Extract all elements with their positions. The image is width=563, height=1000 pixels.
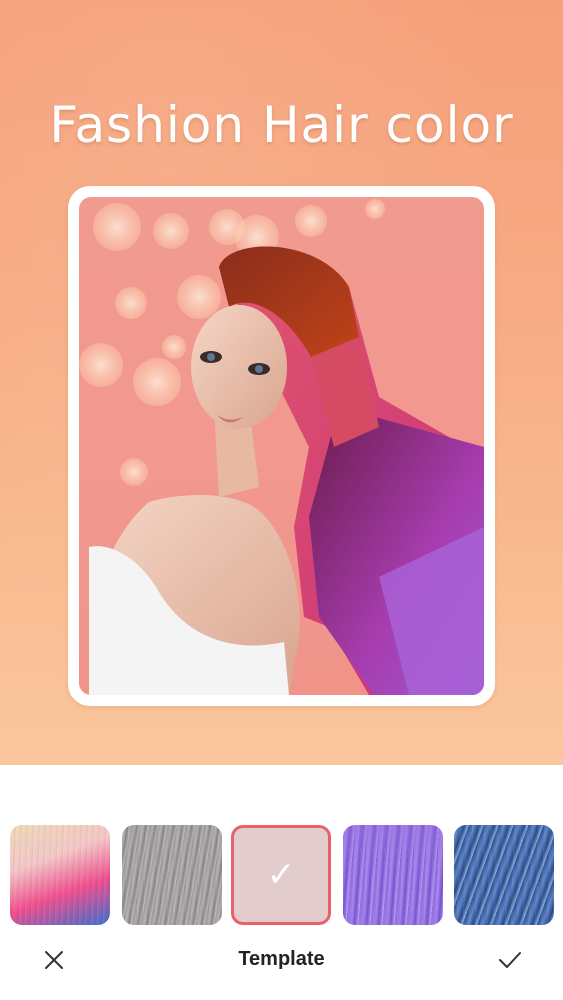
- check-icon: [499, 952, 521, 968]
- preview-photo[interactable]: [79, 197, 484, 695]
- template-swatch-list: ✓: [0, 825, 563, 925]
- footer-bar: Template: [0, 940, 563, 980]
- template-swatch-silver[interactable]: [122, 825, 222, 925]
- confirm-button[interactable]: [488, 940, 532, 980]
- template-swatch-purple[interactable]: [343, 825, 443, 925]
- check-icon: ✓: [266, 855, 296, 895]
- template-panel: ✓ Template: [0, 765, 563, 1000]
- model-illustration: [79, 199, 484, 695]
- template-swatch-selected[interactable]: ✓: [231, 825, 331, 925]
- template-swatch-pink-blue[interactable]: [10, 825, 110, 925]
- hero-title: Fashion Hair color: [49, 96, 514, 154]
- hero-banner: Fashion Hair color: [0, 0, 563, 765]
- preview-photo-frame: [68, 186, 495, 706]
- template-swatch-blue[interactable]: [454, 825, 554, 925]
- footer-title: Template: [238, 948, 325, 970]
